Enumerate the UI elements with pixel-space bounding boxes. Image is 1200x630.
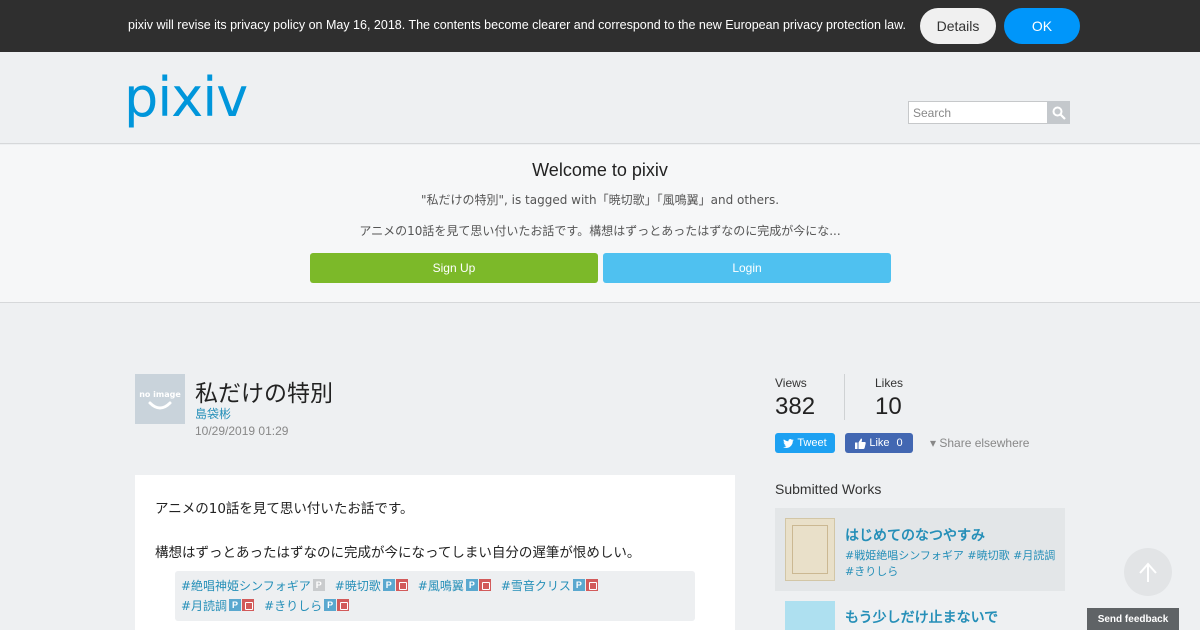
pixpedia-icon: P bbox=[465, 579, 478, 591]
caption-line-1: アニメの10話を見て思い付いたお話です。 bbox=[155, 501, 414, 517]
avatar-text: no image bbox=[139, 390, 181, 399]
thumbs-up-icon bbox=[855, 438, 867, 449]
work-caption-panel: アニメの10話を見て思い付いたお話です。 構想はずっとあったはずなのに完成が今に… bbox=[135, 475, 735, 630]
work-item-tags[interactable]: #戦姫絶唱シンフォギア #暁切歌 #月読調 #きりしら bbox=[845, 548, 1065, 580]
pixpedia-icon: P bbox=[229, 599, 242, 611]
pixpedia-icon: P bbox=[324, 599, 337, 611]
views-count: 382 bbox=[775, 393, 816, 420]
welcome-panel: Welcome to pixiv "私だけの特別", is tagged wit… bbox=[0, 145, 1200, 303]
work-thumbnail[interactable] bbox=[785, 601, 835, 630]
caption-line-2: 構想はずっとあったはずなのに完成が今になってしまい自分の遅筆が恨めしい。 bbox=[155, 545, 641, 561]
site-header: pixiv bbox=[0, 52, 1200, 144]
lock-icon bbox=[585, 579, 598, 591]
tweet-label: Tweet bbox=[797, 437, 827, 449]
like-count: 0 bbox=[896, 437, 903, 449]
pixpedia-icon: P bbox=[312, 579, 325, 591]
tag[interactable]: #雪音クリス P bbox=[501, 577, 598, 594]
tag[interactable]: #絶唱神姫シンフォギア P bbox=[181, 577, 325, 594]
work-item-title[interactable]: もう少しだけ止まないで bbox=[845, 607, 998, 627]
privacy-banner: pixiv will revise its privacy policy on … bbox=[0, 0, 1200, 52]
send-feedback-button[interactable]: Send feedback bbox=[1087, 608, 1179, 630]
search-input[interactable] bbox=[908, 101, 1048, 124]
work-date: 10/29/2019 01:29 bbox=[195, 424, 289, 438]
lock-icon bbox=[478, 579, 491, 591]
pixpedia-icon: P bbox=[382, 579, 395, 591]
tag[interactable]: #月読調 P bbox=[181, 597, 255, 614]
sign-up-button[interactable]: Sign Up bbox=[310, 253, 598, 283]
scroll-to-top-button[interactable] bbox=[1124, 548, 1172, 596]
likes-label: Likes bbox=[875, 376, 904, 390]
submitted-work-item[interactable]: もう少しだけ止まないで bbox=[775, 591, 1065, 630]
lock-icon bbox=[395, 579, 408, 591]
tag-list: #絶唱神姫シンフォギア P #暁切歌 P #風鳴翼 P #雪音クリス P #月読調 P #… bbox=[175, 571, 695, 621]
arrow-up-icon bbox=[1139, 562, 1157, 582]
likes-count: 10 bbox=[875, 393, 902, 420]
pixpedia-icon: P bbox=[572, 579, 585, 591]
welcome-description: アニメの10話を見て思い付いたお話です。構想はずっとあったはずなのに完成が今にな… bbox=[359, 224, 841, 238]
privacy-message: pixiv will revise its privacy policy on … bbox=[128, 18, 906, 32]
welcome-tags-line: "私だけの特別", is tagged with「暁切歌」「風鳴翼」and ot… bbox=[420, 193, 780, 207]
work-title: 私だけの特別 bbox=[195, 381, 333, 407]
lock-icon bbox=[242, 599, 255, 611]
twitter-bird-icon bbox=[783, 438, 795, 448]
work-thumbnail[interactable] bbox=[785, 518, 835, 581]
no-image-icon: no image bbox=[139, 390, 181, 410]
facebook-like-button[interactable]: Like 0 bbox=[845, 433, 913, 453]
work-item-title[interactable]: はじめてのなつやすみ bbox=[845, 525, 985, 545]
author-link[interactable]: 島袋彬 bbox=[195, 405, 231, 422]
tag[interactable]: #きりしら P bbox=[264, 597, 350, 614]
views-label: Views bbox=[775, 376, 807, 390]
tag-row: #絶唱神姫シンフォギア P #暁切歌 P #風鳴翼 P #雪音クリス P bbox=[181, 575, 689, 595]
share-elsewhere-link[interactable]: ▾ Share elsewhere bbox=[930, 436, 1029, 450]
tweet-button[interactable]: Tweet bbox=[775, 433, 835, 453]
ok-button[interactable]: OK bbox=[1004, 8, 1080, 44]
stats-divider bbox=[844, 374, 845, 420]
like-label: Like bbox=[869, 437, 890, 449]
tag-row: #月読調 P #きりしら P bbox=[181, 595, 689, 615]
submitted-work-item[interactable]: はじめてのなつやすみ #戦姫絶唱シンフォギア #暁切歌 #月読調 #きりしら bbox=[775, 508, 1065, 591]
login-button[interactable]: Login bbox=[603, 253, 891, 283]
avatar[interactable]: no image bbox=[135, 374, 185, 424]
tag[interactable]: #暁切歌 P bbox=[335, 577, 408, 594]
lock-icon bbox=[337, 599, 350, 611]
pixiv-logo[interactable]: pixiv bbox=[124, 66, 248, 129]
welcome-title: Welcome to pixiv bbox=[532, 160, 668, 180]
search-icon bbox=[1052, 106, 1066, 120]
tag[interactable]: #風鳴翼 P bbox=[418, 577, 491, 594]
details-button[interactable]: Details bbox=[920, 8, 996, 44]
submitted-works-heading: Submitted Works bbox=[775, 481, 882, 497]
search-button[interactable] bbox=[1047, 101, 1070, 124]
